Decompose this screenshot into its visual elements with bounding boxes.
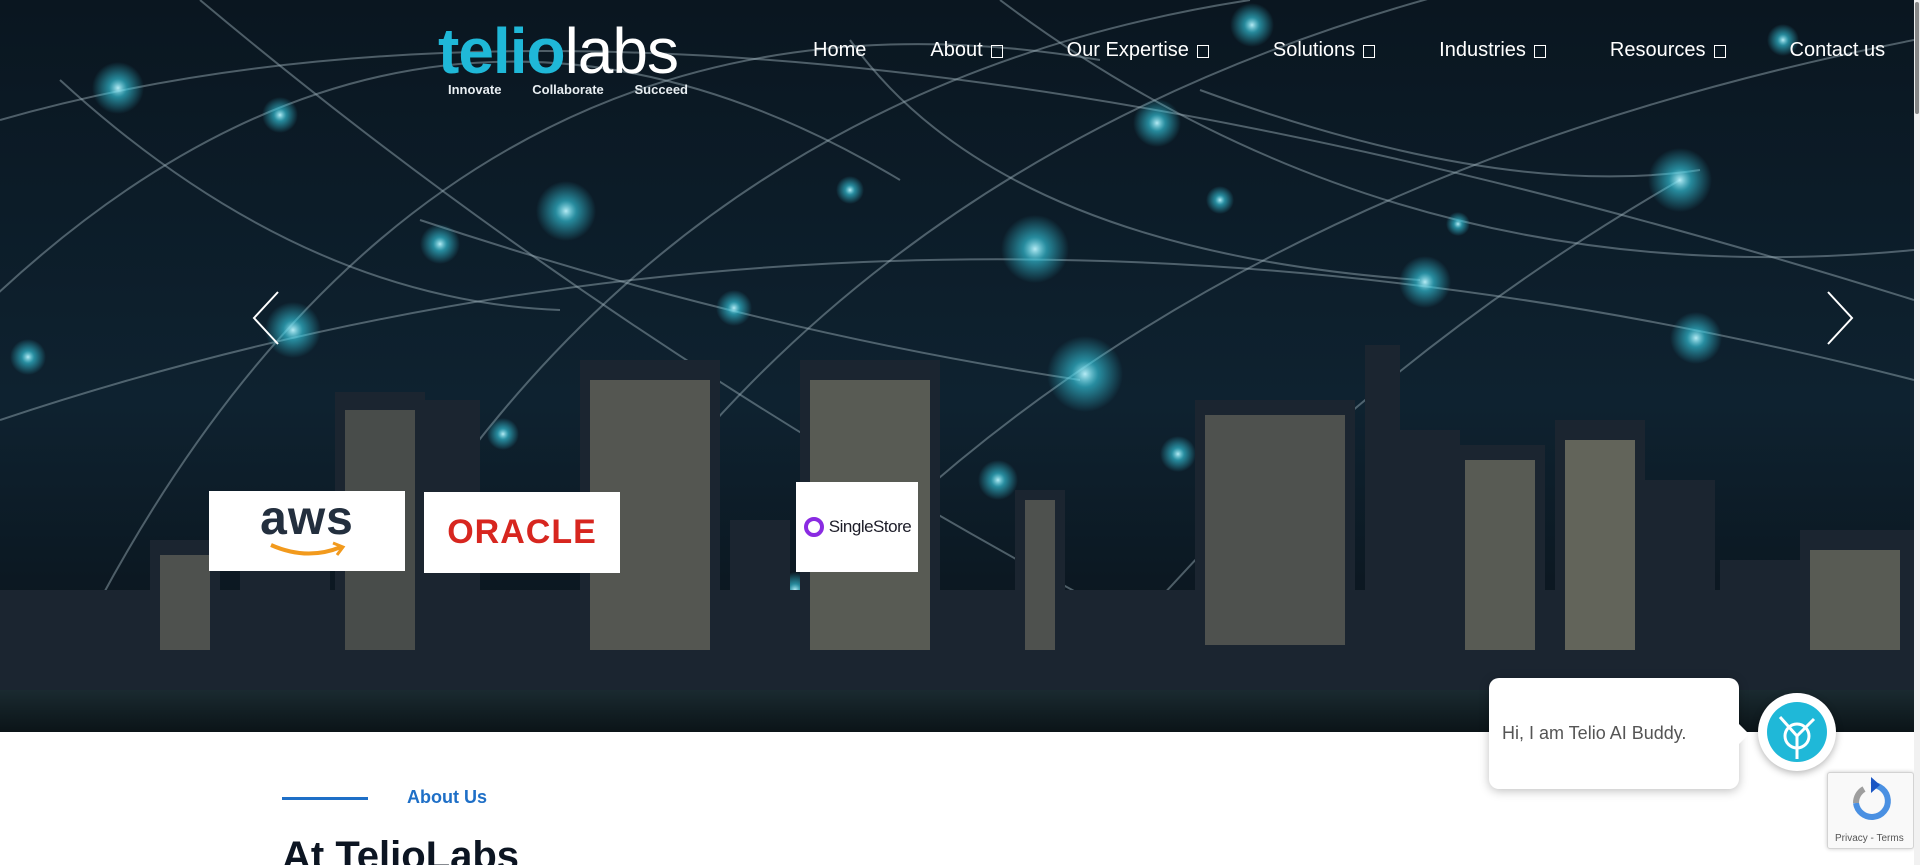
nav-item-label: Industries <box>1439 38 1526 61</box>
nav-item-label: Home <box>813 38 867 61</box>
scrollbar-track[interactable] <box>1914 0 1920 865</box>
slider-prev-button[interactable] <box>248 288 288 348</box>
nav-item-solutions[interactable]: Solutions <box>1272 38 1376 62</box>
chat-greeting-bubble[interactable]: Hi, I am Telio AI Buddy. <box>1489 678 1749 789</box>
singlestore-logo: SingleStore <box>796 482 918 572</box>
logo-tagline: Collaborate <box>532 82 604 97</box>
nav-item-home[interactable]: Home <box>813 39 866 62</box>
about-heading: At TelioLabs <box>282 834 520 865</box>
singlestore-logo-text: SingleStore <box>828 517 912 536</box>
main-navigation: Home About Our Expertise Solutions Indus… <box>813 36 1885 64</box>
hero-background-city-network <box>0 0 1914 732</box>
chevron-left-icon <box>252 291 279 345</box>
logo-wordmark: teliolabs <box>438 15 679 87</box>
aws-logo: aws <box>209 491 405 571</box>
scrollbar-thumb[interactable] <box>1915 2 1919 114</box>
oracle-logo-text: ORACLE <box>447 513 597 551</box>
dropdown-icon <box>1533 44 1546 58</box>
nav-item-label: Solutions <box>1272 38 1356 61</box>
nav-item-about[interactable]: About <box>930 38 1003 62</box>
nav-item-our-expertise[interactable]: Our Expertise <box>1067 39 1209 62</box>
logo-word-telio: telio <box>438 15 566 87</box>
nav-item-label: Our Expertise <box>1066 38 1189 61</box>
recaptcha-links[interactable]: Privacy - Terms <box>1835 833 1904 844</box>
hero-slider: teliolabs Innovate Collaborate Succeed H… <box>0 0 1914 732</box>
nav-item-contact-us[interactable]: Contact us <box>1790 39 1886 62</box>
nav-item-label: About <box>930 38 983 61</box>
nav-item-label: Resources <box>1609 38 1706 61</box>
telio-labs-logo[interactable]: teliolabs Innovate Collaborate Succeed <box>438 18 694 102</box>
dropdown-icon <box>1363 44 1376 58</box>
dropdown-icon <box>1713 44 1726 58</box>
logo-tagline: Innovate <box>448 82 502 97</box>
nav-item-industries[interactable]: Industries <box>1439 39 1546 62</box>
aws-logo-text: aws <box>260 492 354 545</box>
nav-item-label: Contact us <box>1789 38 1886 61</box>
recaptcha-badge[interactable]: Privacy - Terms <box>1827 772 1914 849</box>
oracle-logo: ORACLE <box>424 492 620 573</box>
logo-word-labs: labs <box>564 15 679 87</box>
logo-tagline: Succeed <box>634 82 688 97</box>
aws-smile-icon <box>270 541 346 556</box>
nav-item-resources[interactable]: Resources <box>1610 39 1726 62</box>
chat-launcher-button[interactable] <box>1758 693 1836 771</box>
dropdown-icon <box>1196 44 1209 58</box>
chat-greeting-text: Hi, I am Telio AI Buddy. <box>1502 723 1687 743</box>
about-eyebrow: About Us <box>407 787 487 807</box>
slider-next-button[interactable] <box>1818 288 1858 348</box>
dropdown-icon <box>990 44 1003 58</box>
chevron-right-icon <box>1827 291 1854 345</box>
recaptcha-icon <box>1852 777 1891 820</box>
singlestore-ring-icon <box>803 517 824 537</box>
about-eyebrow-line <box>282 797 368 800</box>
logo-taglines: Innovate Collaborate Succeed <box>448 82 688 97</box>
telio-bot-icon <box>1767 702 1827 762</box>
